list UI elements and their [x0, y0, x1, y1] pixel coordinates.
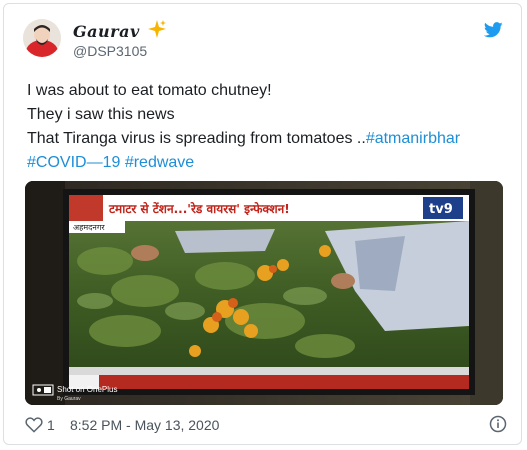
display-name[interactable]: Gaurav — [73, 22, 140, 41]
tweet-text: I was about to eat tomato chutney! They … — [27, 79, 507, 175]
twitter-bird-icon[interactable] — [483, 22, 503, 38]
avatar[interactable] — [23, 19, 61, 57]
tweet-line: I was about to eat tomato chutney! — [27, 82, 272, 99]
like-count: 1 — [47, 417, 55, 433]
timestamp[interactable]: 8:52 PM - May 13, 2020 — [70, 417, 219, 433]
hashtag-link[interactable]: #atmanirbhar — [366, 130, 460, 147]
channel-mark — [69, 195, 103, 221]
camera-watermark: Shot on OnePlus — [57, 385, 117, 394]
hashtag-link[interactable]: #redwave — [125, 154, 194, 171]
tv9-logo-text: tv9 — [429, 202, 453, 217]
hashtag-link[interactable]: #COVID—19 — [27, 154, 120, 171]
location-tag: अहमदनगर — [73, 223, 105, 232]
heart-icon[interactable] — [25, 416, 43, 436]
tweet-line-text: That Tiranga virus is spreading from tom… — [27, 130, 366, 147]
tweet-line: They i saw this news — [27, 106, 175, 123]
camera-watermark-sub: By Gaurav — [57, 396, 81, 402]
tweet-line: #COVID—19 #redwave — [27, 151, 507, 175]
tweet-line: That Tiranga virus is spreading from tom… — [27, 127, 507, 151]
tweet-footer: 1 8:52 PM - May 13, 2020 — [25, 415, 507, 437]
tweet-photo[interactable]: टमाटर से टेंशन...'रेड वायरस' इन्फेक्शन! … — [25, 181, 503, 405]
sparkle-icon — [147, 19, 167, 44]
info-icon[interactable] — [489, 415, 507, 436]
news-headline: टमाटर से टेंशन...'रेड वायरस' इन्फेक्शन! — [108, 202, 290, 216]
user-handle[interactable]: @DSP3105 — [73, 43, 147, 59]
